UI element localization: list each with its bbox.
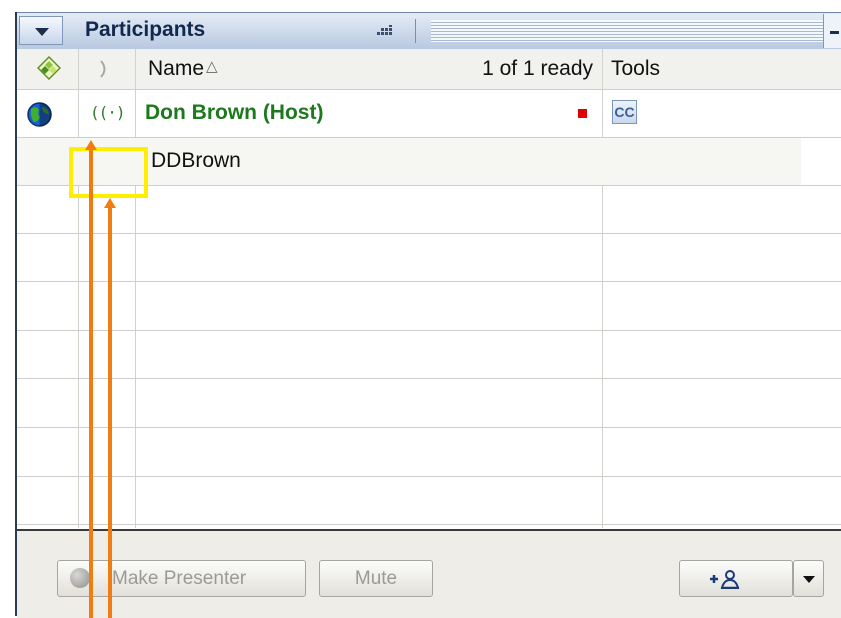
collapse-button[interactable] xyxy=(19,16,63,45)
presenter-ball-icon xyxy=(70,568,90,588)
name-column-label: Name xyxy=(148,57,205,80)
invite-participant-button[interactable] xyxy=(679,560,793,597)
column-audio[interactable] xyxy=(79,49,136,89)
grip-icon[interactable] xyxy=(376,25,394,37)
panel-footer: Make Presenter Mute xyxy=(17,529,841,618)
column-header-row: Name △ 1 of 1 ready Tools xyxy=(17,49,841,90)
make-presenter-label: Make Presenter xyxy=(112,568,247,589)
audio-column-icon xyxy=(100,60,106,78)
mute-label: Mute xyxy=(354,568,398,589)
arrow-head-icon xyxy=(104,198,116,208)
header-separator xyxy=(415,19,416,43)
participant-name: Don Brown (Host) xyxy=(145,101,324,124)
list-item xyxy=(17,429,841,477)
ready-count: 1 of 1 ready xyxy=(482,57,593,80)
globe-icon xyxy=(27,102,52,127)
list-item xyxy=(17,380,841,428)
column-name[interactable]: Name △ 1 of 1 ready xyxy=(136,49,603,89)
recording-marker xyxy=(578,109,587,118)
annotation-arrow xyxy=(108,208,112,618)
panel-header: Participants xyxy=(17,12,841,50)
panel-title: Participants xyxy=(85,18,206,41)
column-tools[interactable]: Tools xyxy=(603,49,841,89)
invite-dropdown-button[interactable] xyxy=(793,560,824,597)
mute-button[interactable]: Mute xyxy=(319,560,433,597)
column-status[interactable] xyxy=(17,49,79,89)
list-item xyxy=(17,283,841,331)
make-presenter-button[interactable]: Make Presenter xyxy=(57,560,306,597)
audio-waves-icon: ((·) xyxy=(90,103,126,122)
list-item xyxy=(17,331,841,379)
closed-caption-icon[interactable]: CC xyxy=(612,100,637,124)
tools-column-label: Tools xyxy=(611,57,661,80)
annotation-arrow xyxy=(89,150,93,618)
minimize-icon[interactable] xyxy=(823,14,841,48)
participants-panel: Participants Name △ 1 of 1 ready Tools (… xyxy=(15,12,841,618)
participant-row-host[interactable]: ((·) Don Brown (Host) CC xyxy=(17,90,841,138)
list-item xyxy=(17,477,841,525)
arrow-head-icon xyxy=(85,140,97,150)
header-drag-area[interactable] xyxy=(431,20,823,42)
diamond-status-icon xyxy=(37,56,61,80)
list-item xyxy=(17,234,841,282)
sort-ascending-icon: △ xyxy=(206,58,218,75)
add-person-icon xyxy=(710,570,740,589)
highlight-box xyxy=(69,147,148,198)
participant-username: DDBrown xyxy=(151,149,241,172)
